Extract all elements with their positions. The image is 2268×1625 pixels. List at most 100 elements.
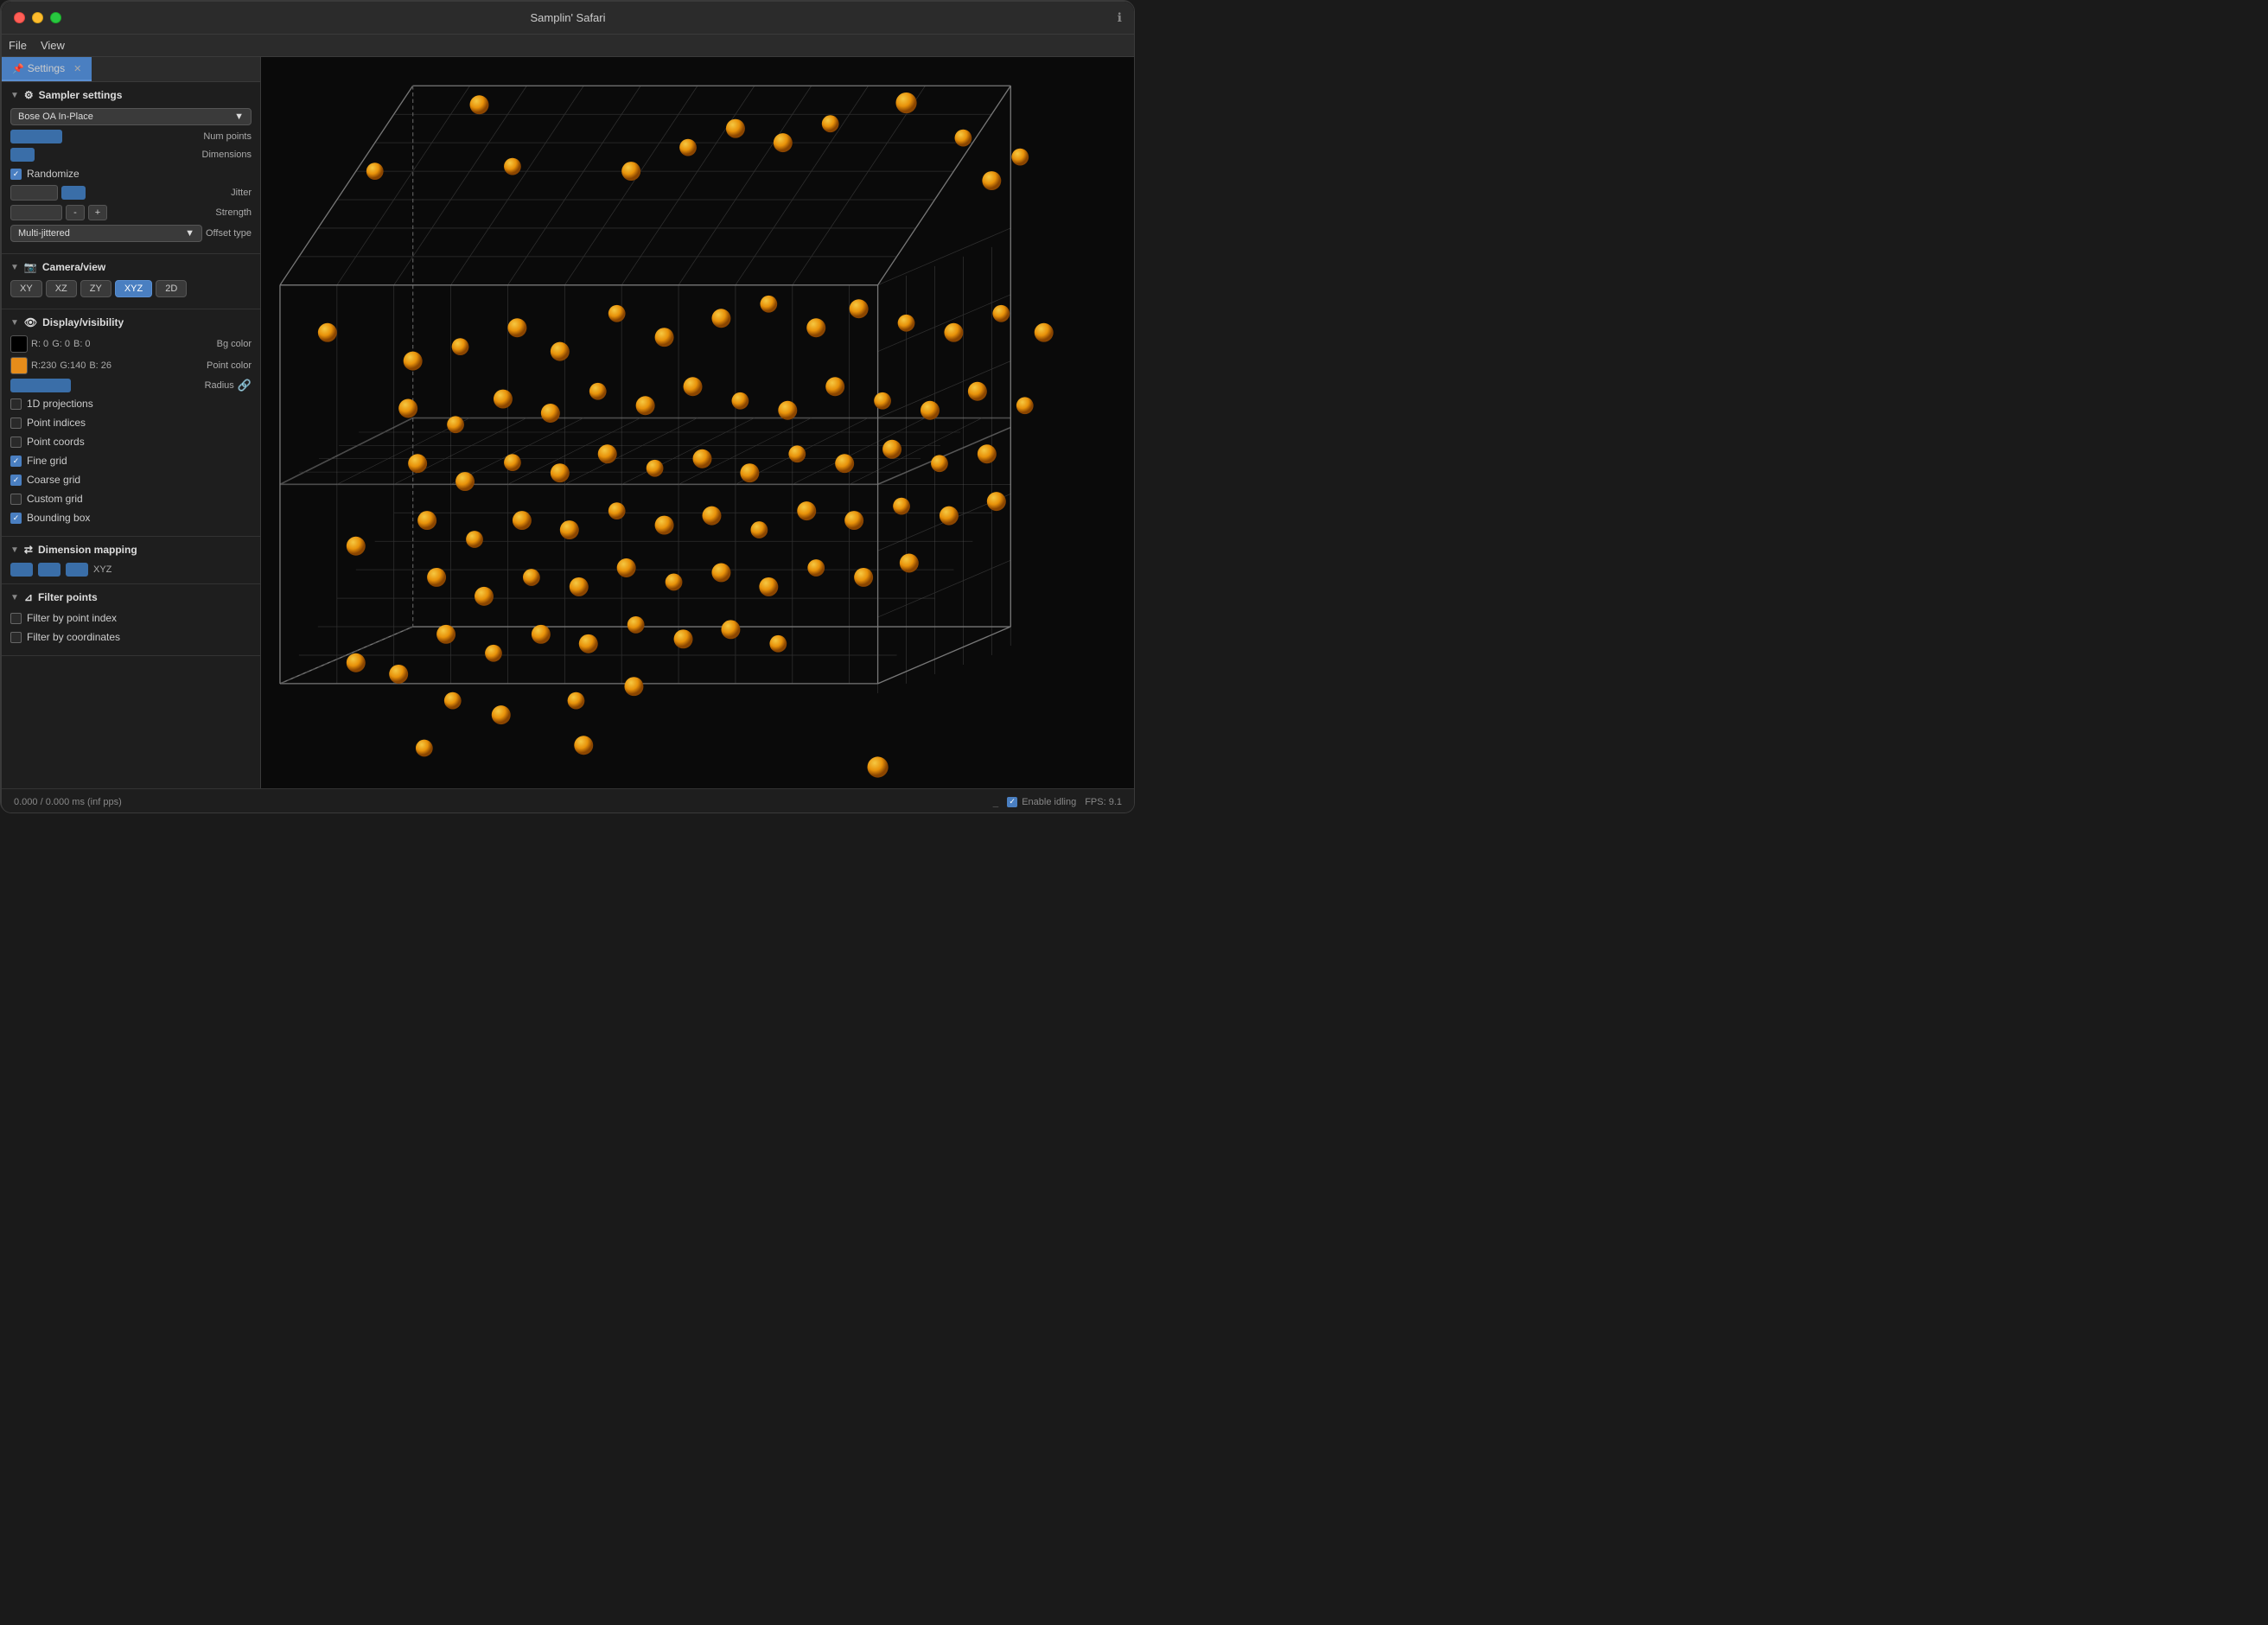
xyz-label: XYZ — [93, 564, 111, 575]
3d-viewport[interactable] — [261, 57, 1134, 788]
dimensions-input[interactable]: 6 — [10, 148, 35, 162]
point — [492, 705, 511, 724]
point — [807, 559, 825, 577]
randomize-checkbox[interactable] — [10, 169, 22, 180]
point — [721, 620, 740, 639]
algorithm-row: Bose OA In-Place ▼ — [10, 108, 252, 125]
close-button[interactable] — [14, 12, 25, 23]
point — [541, 404, 560, 423]
menu-view[interactable]: View — [41, 39, 65, 52]
camera-header[interactable]: ▼ 📷 Camera/view — [10, 261, 252, 273]
fine-grid-checkbox[interactable] — [10, 456, 22, 467]
dimension-mapping-section: ▼ ⇄ Dimension mapping 2 4 5 XYZ — [2, 537, 260, 584]
point-color-swatch[interactable] — [10, 357, 28, 374]
1d-projections-label: 1D projections — [27, 398, 93, 410]
titlebar: Samplin' Safari ℹ — [2, 2, 1134, 35]
filter-points-title: Filter points — [38, 591, 98, 603]
point-indices-checkbox[interactable] — [10, 417, 22, 429]
camera-section: ▼ 📷 Camera/view XY XZ ZY XYZ 2D — [2, 254, 260, 309]
point — [940, 507, 959, 526]
jitter-percent-input[interactable]: 100.0% — [10, 185, 58, 201]
pt-b-label: B: 26 — [89, 360, 111, 371]
point — [318, 323, 337, 342]
display-title: Display/visibility — [42, 316, 124, 328]
offset-type-dropdown[interactable]: Multi-jittered ▼ — [10, 225, 202, 242]
num-points-input[interactable]: 121 — [10, 130, 62, 143]
view-xyz-btn[interactable]: XYZ — [115, 280, 152, 297]
dim3-input[interactable]: 5 — [66, 563, 88, 577]
point — [452, 338, 469, 355]
dim2-input[interactable]: 4 — [38, 563, 61, 577]
dimension-mapping-header[interactable]: ▼ ⇄ Dimension mapping — [10, 544, 252, 556]
performance-stats: 0.000 / 0.000 ms (inf pps) — [14, 797, 122, 807]
view-2d-btn[interactable]: 2D — [156, 280, 187, 297]
statusbar-right: _ Enable idling FPS: 9.1 — [993, 796, 1122, 807]
point-indices-row: Point indices — [10, 415, 252, 430]
randomize-row: Randomize — [10, 166, 252, 182]
display-collapse-arrow: ▼ — [10, 318, 19, 328]
dim-mapping-icon: ⇄ — [24, 544, 33, 556]
point — [494, 390, 513, 409]
dimensions-row: 6 Dimensions — [10, 148, 252, 162]
display-icon: 👁 — [24, 316, 37, 328]
point — [882, 440, 901, 459]
dim-map-row: 2 4 5 XYZ — [10, 563, 252, 577]
point — [579, 634, 598, 653]
enable-idling-checkbox[interactable] — [1007, 797, 1017, 807]
strength-value-input[interactable]: 2 — [10, 205, 62, 220]
point — [778, 401, 797, 420]
bounding-box-row: Bounding box — [10, 510, 252, 526]
algorithm-dropdown[interactable]: Bose OA In-Place ▼ — [10, 108, 252, 125]
point — [447, 416, 464, 433]
point — [711, 309, 730, 328]
point — [444, 692, 462, 710]
point-coords-checkbox[interactable] — [10, 437, 22, 448]
offset-type-label: Offset type — [206, 228, 252, 239]
strength-minus-btn[interactable]: - — [66, 205, 85, 220]
point — [992, 305, 1010, 322]
menu-file[interactable]: File — [9, 39, 27, 52]
bg-r-label: R: 0 — [31, 339, 48, 349]
terminal-icon[interactable]: _ — [993, 796, 999, 807]
filter-by-coords-checkbox[interactable] — [10, 632, 22, 643]
custom-grid-checkbox[interactable] — [10, 494, 22, 505]
filter-by-coords-label: Filter by coordinates — [27, 631, 120, 643]
pt-g-label: G:140 — [60, 360, 86, 371]
dim1-input[interactable]: 2 — [10, 563, 33, 577]
settings-tab-close[interactable]: ✕ — [73, 63, 81, 74]
point-color-row: R:230 G:140 B: 26 Point color — [10, 357, 252, 374]
bg-color-swatch[interactable] — [10, 335, 28, 353]
sampler-settings-header[interactable]: ▼ ⚙ Sampler settings — [10, 89, 252, 101]
view-xy-btn[interactable]: XY — [10, 280, 42, 297]
point — [797, 501, 816, 520]
jitter-input[interactable] — [61, 186, 86, 200]
settings-tab[interactable]: 📌 Settings ✕ — [2, 57, 92, 81]
strength-row: 2 - + Strength — [10, 205, 252, 220]
coarse-grid-checkbox[interactable] — [10, 475, 22, 486]
info-icon[interactable]: ℹ — [1118, 10, 1122, 25]
bounding-box-checkbox[interactable] — [10, 513, 22, 524]
sampler-settings-icon: ⚙ — [24, 89, 34, 101]
point-coords-label: Point coords — [27, 436, 85, 448]
point — [674, 629, 693, 648]
point — [608, 305, 626, 322]
dimensions-label: Dimensions — [202, 150, 252, 160]
dim-mapping-title: Dimension mapping — [38, 544, 137, 556]
sidebar: 📌 Settings ✕ ▼ ⚙ Sampler settings Bose O… — [2, 57, 261, 788]
view-zy-btn[interactable]: ZY — [80, 280, 111, 297]
point — [835, 454, 854, 473]
coarse-grid-row: Coarse grid — [10, 472, 252, 488]
filter-points-header[interactable]: ▼ ⊿ Filter points — [10, 591, 252, 603]
strength-plus-btn[interactable]: + — [88, 205, 107, 220]
point — [568, 692, 585, 710]
sidebar-tab-bar: 📌 Settings ✕ — [2, 57, 260, 82]
1d-projections-checkbox[interactable] — [10, 398, 22, 410]
maximize-button[interactable] — [50, 12, 61, 23]
filter-by-index-checkbox[interactable] — [10, 613, 22, 624]
link-icon[interactable]: 🔗 — [238, 379, 252, 392]
display-header[interactable]: ▼ 👁 Display/visibility — [10, 316, 252, 328]
minimize-button[interactable] — [32, 12, 43, 23]
radius-input[interactable]: 0.261 — [10, 379, 71, 392]
view-xz-btn[interactable]: XZ — [46, 280, 77, 297]
bg-b-label: B: 0 — [73, 339, 91, 349]
